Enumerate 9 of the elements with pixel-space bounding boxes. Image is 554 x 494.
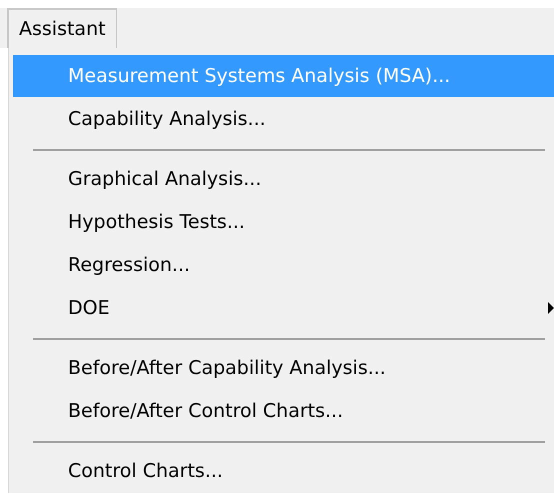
menu-item[interactable]: Control Charts... <box>13 450 554 492</box>
menu-item[interactable]: DOE <box>13 287 554 329</box>
menu-bar-item[interactable]: Assistant <box>7 8 117 48</box>
menu-item[interactable]: Capability Analysis... <box>13 98 554 140</box>
menu-item[interactable]: Regression... <box>13 244 554 286</box>
menu-item[interactable]: Before/After Capability Analysis... <box>13 347 554 389</box>
menu-item[interactable]: Graphical Analysis... <box>13 158 554 200</box>
menu-item[interactable]: Hypothesis Tests... <box>13 201 554 243</box>
menu-item[interactable]: Before/After Control Charts... <box>13 390 554 432</box>
